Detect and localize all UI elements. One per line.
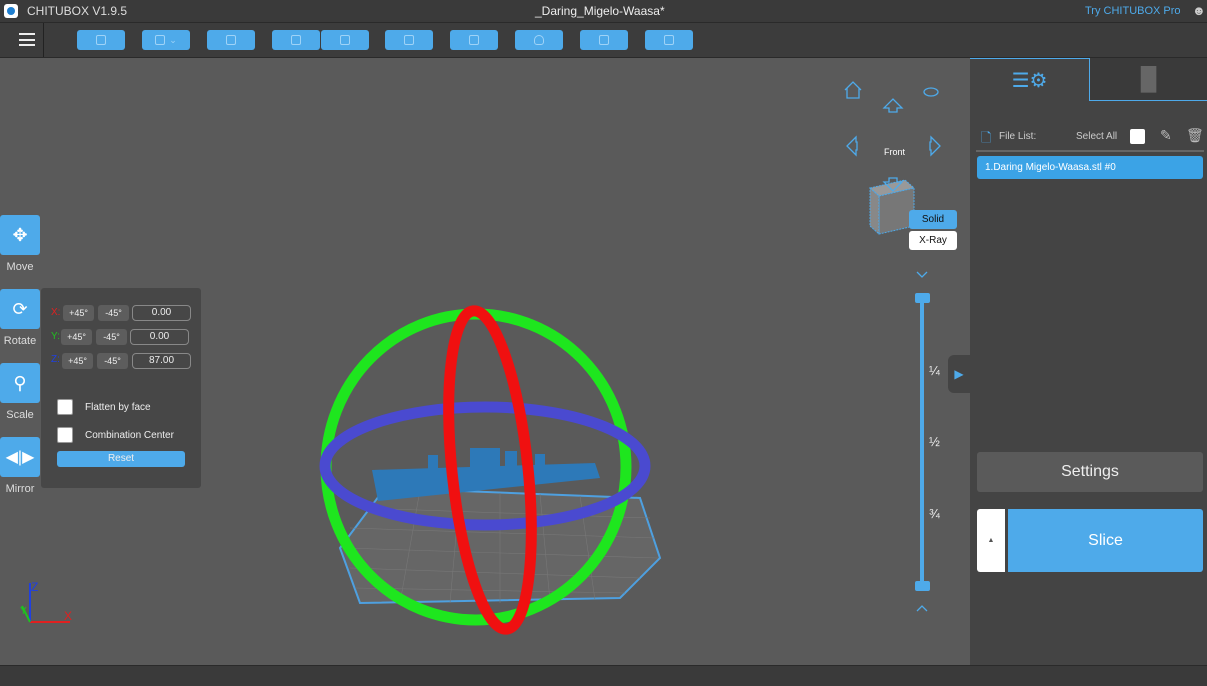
panel-collapse-button[interactable]: ▶ [948,355,970,393]
x-rotation-input[interactable]: 0.00 [132,305,191,321]
tab-file-settings[interactable]: ☰⚙ [970,58,1090,101]
layout-icon [226,35,236,45]
z-rotation-input[interactable]: 87.00 [132,353,191,369]
trash-icon[interactable]: 🗑 [1186,127,1204,144]
mirror-tool-button[interactable]: ◀|▶ [0,437,40,477]
settings-button[interactable]: Settings [977,452,1203,492]
package-button[interactable] [645,30,693,50]
flatten-by-face-checkbox[interactable] [57,399,73,415]
copy-button[interactable] [385,30,433,50]
scale-tool-button[interactable]: ⚲ [0,363,40,403]
toolbar: ⌄ [0,22,1207,58]
rotate-tool-button[interactable]: ⟳ [0,289,40,329]
save-icon [155,35,166,45]
slider-bottom-handle[interactable] [915,581,930,591]
arrow-left-icon[interactable] [846,135,858,157]
save-button[interactable]: ⌄ [142,30,190,50]
rotate-panel: X: +45° -45° 0.00 Y: +45° -45° 0.00 Z: +… [41,288,201,488]
slice-options-button[interactable]: ▲ [977,509,1005,572]
y-rotation-input[interactable]: 0.00 [130,329,189,345]
arrow-right-icon[interactable] [929,135,941,157]
chevron-down-icon: ⌄ [169,34,177,45]
menu-icon[interactable] [19,33,35,46]
slider-top-handle[interactable] [915,293,930,303]
import-button[interactable] [272,30,320,50]
axis-x-label: X [64,609,72,623]
copy-icon [404,35,414,45]
user-icon[interactable]: ☻ [1192,3,1206,18]
z-plus-45-button[interactable]: +45° [62,353,93,369]
hole-icon [599,35,609,45]
auto-layout-button[interactable] [207,30,255,50]
scale-tool-label: Scale [6,409,34,421]
file-list-label: File List: [999,131,1037,142]
mirror-tool-label: Mirror [5,483,35,495]
slider-mark-three-quarter: ¾ [929,506,940,521]
x-plus-45-button[interactable]: +45° [63,305,94,321]
title-bar: CHITUBOX V1.9.5 _Daring_Migelo-Waasa* Tr… [0,0,1207,22]
flatten-by-face-label: Flatten by face [85,402,151,413]
tab-support[interactable]: █ [1090,58,1207,101]
right-panel: ☰⚙ █ 🗋 File List: Select All ✎ 🗑 1.Darin… [970,58,1207,665]
export-button[interactable] [321,30,369,50]
chevron-down-icon[interactable] [916,271,928,278]
y-plus-45-button[interactable]: +45° [61,329,92,345]
move-tool-button[interactable]: ✥ [0,215,40,255]
list-gear-icon: ☰⚙ [1011,69,1048,92]
support-icon [469,35,479,45]
file-icon: 🗋 [981,130,992,145]
slice-button[interactable]: Slice [1008,509,1203,572]
slider-mark-half: ½ [929,434,940,449]
y-minus-45-button[interactable]: -45° [96,329,127,345]
combination-center-checkbox[interactable] [57,427,73,443]
layer-slider[interactable] [915,293,930,591]
eye-icon[interactable] [923,87,939,97]
select-all-checkbox[interactable] [1130,129,1145,144]
combination-center-label: Combination Center [85,430,174,441]
support-table-icon: █ [1140,66,1157,91]
axis-y-label: Y [20,606,27,617]
rotate-icon: ⟳ [12,298,28,319]
select-all-label: Select All [1076,131,1118,142]
home-view-icon[interactable] [844,81,862,99]
try-pro-link[interactable]: Try CHITUBOX Pro [1085,5,1181,17]
dig-hole-button[interactable] [580,30,628,50]
open-file-button[interactable] [77,30,125,50]
support-button[interactable] [450,30,498,50]
axis-z-label: Z [31,580,38,594]
x-axis-label: X: [51,307,61,318]
chevron-up-icon[interactable] [916,605,928,612]
move-icon: ✥ [12,224,28,245]
rotate-tool-label: Rotate [3,335,37,347]
package-icon [664,35,674,45]
import-icon [291,35,301,45]
z-minus-45-button[interactable]: -45° [97,353,128,369]
solid-button[interactable]: Solid [909,210,957,229]
document-title: _Daring_Migelo-Waasa* [535,4,665,18]
reset-button[interactable]: Reset [57,451,185,467]
file-list-item[interactable]: 1.Daring Migelo-Waasa.stl #0 [977,156,1203,179]
drop-icon [534,35,544,45]
edit-icon[interactable]: ✎ [1160,127,1172,144]
axes-gizmo: X Z Y [20,580,72,623]
slider-mark-quarter: ¼ [929,363,940,378]
move-tool-label: Move [6,261,34,273]
view-cube-front: Front [884,147,906,157]
app-logo-icon [4,4,18,18]
arrow-up-icon[interactable] [882,98,904,113]
xray-button[interactable]: X-Ray [909,231,957,250]
scale-icon: ⚲ [13,372,27,393]
x-minus-45-button[interactable]: -45° [98,305,129,321]
folder-icon [96,35,106,45]
hollow-button[interactable] [515,30,563,50]
y-axis-label: Y: [51,331,60,342]
z-axis-label: Z: [51,354,60,365]
mirror-icon: ◀|▶ [5,449,35,466]
status-bar [0,665,1207,686]
app-title: CHITUBOX V1.9.5 [27,4,128,18]
export-icon [340,35,350,45]
